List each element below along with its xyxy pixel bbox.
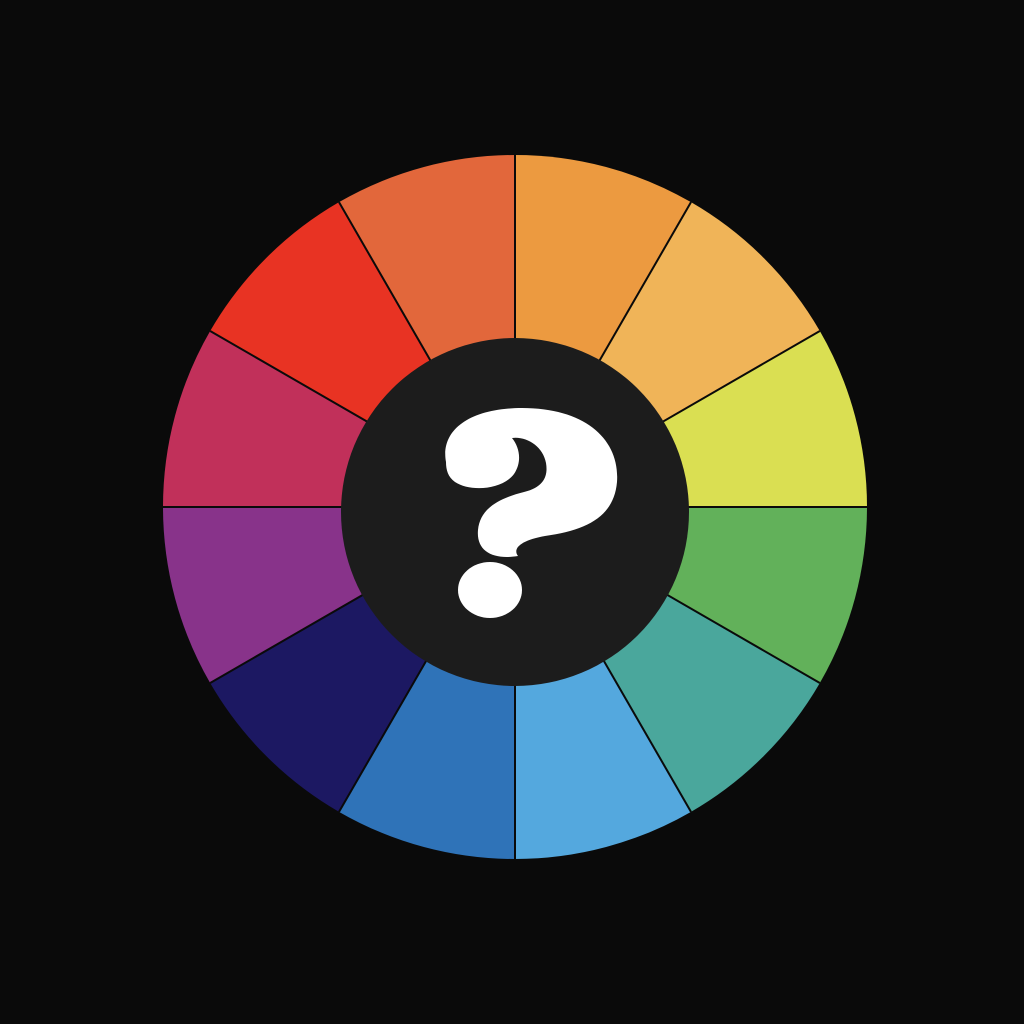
app-icon: [0, 0, 1024, 1024]
question-mark-dot: [458, 562, 522, 618]
color-wheel: [163, 155, 867, 859]
